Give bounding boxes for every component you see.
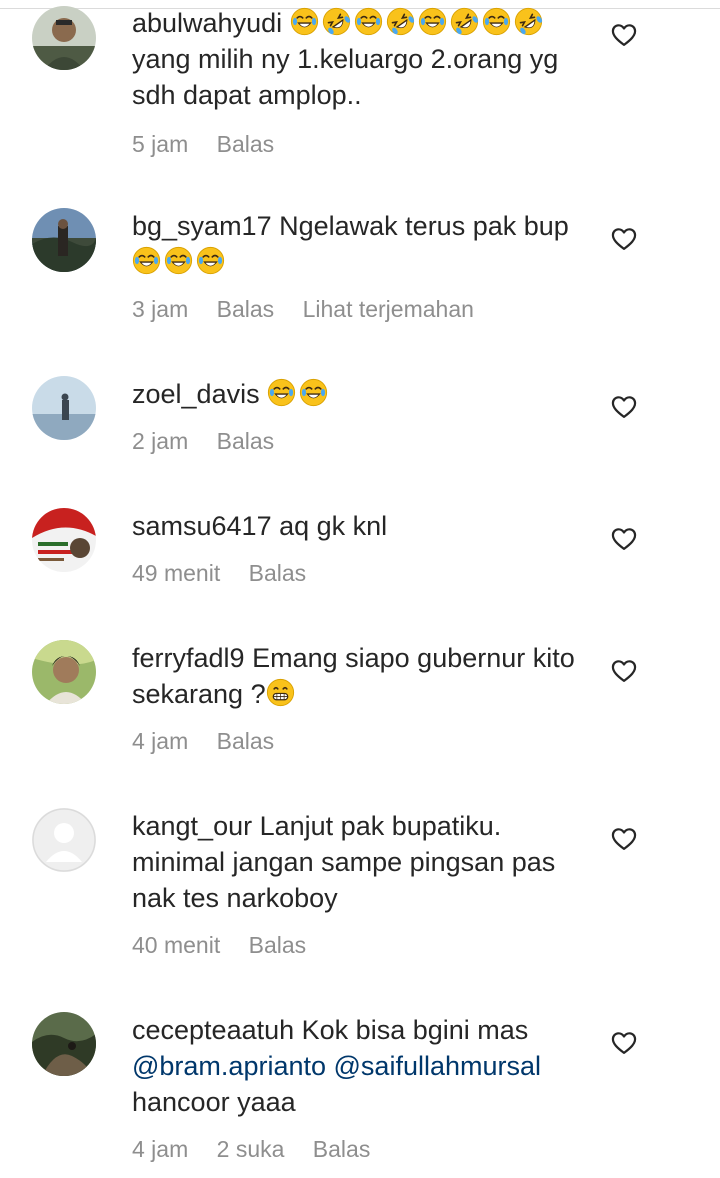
- comment-body: aq gk knl: [279, 511, 388, 541]
- avatar[interactable]: [32, 508, 96, 572]
- rofl-emoji-icon: [386, 7, 414, 36]
- laugh-tears-emoji-icon: [132, 246, 161, 275]
- comment-text: ferryfadl9 Emang siapo gubernur kito sek…: [132, 640, 582, 712]
- reply-button[interactable]: Balas: [217, 296, 275, 322]
- avatar[interactable]: [32, 6, 96, 70]
- rofl-emoji-icon: [322, 7, 350, 36]
- laugh-tears-emoji-icon: [268, 378, 296, 407]
- comment-time: 5 jam: [132, 131, 189, 157]
- comment-time: 2 jam: [132, 428, 189, 454]
- emoji-row: [290, 7, 514, 38]
- avatar[interactable]: [32, 808, 96, 872]
- laugh-tears-emoji-icon: [290, 7, 318, 36]
- comment-username[interactable]: ferryfadl9: [132, 643, 245, 673]
- avatar[interactable]: [32, 640, 96, 704]
- comment-username[interactable]: abulwahyudi: [132, 8, 282, 38]
- comment-time: 4 jam: [132, 1136, 189, 1162]
- comment-username[interactable]: bg_syam17: [132, 211, 272, 241]
- heart-outline-icon[interactable]: [610, 225, 638, 253]
- translate-link[interactable]: Lihat terjemahan: [303, 296, 474, 322]
- mention-link[interactable]: @bram.aprianto: [132, 1051, 326, 1081]
- avatar[interactable]: [32, 1012, 96, 1076]
- comment-body: yang milih ny 1.keluargo 2.orang yg sdh …: [132, 44, 559, 110]
- comment-text: samsu6417 aq gk knl: [132, 508, 582, 544]
- avatar[interactable]: [32, 376, 96, 440]
- comment-time: 40 menit: [132, 932, 221, 958]
- comment-text: kangt_our Lanjut pak bupatiku. minimal j…: [132, 808, 582, 916]
- comment-username[interactable]: cecepteaatuh: [132, 1015, 294, 1045]
- comment-text: zoel_davis: [132, 376, 582, 412]
- comment-text: cecepteaatuh Kok bisa bgini mas @bram.ap…: [132, 1012, 582, 1120]
- laugh-tears-emoji-icon: [354, 7, 382, 36]
- laugh-tears-emoji-icon: [418, 7, 446, 36]
- comment-body: Kok bisa bgini mas: [301, 1015, 529, 1045]
- like-count[interactable]: 2 suka: [217, 1136, 285, 1162]
- laugh-tears-emoji-icon: [482, 7, 510, 36]
- reply-button[interactable]: Balas: [217, 728, 275, 754]
- rofl-emoji-icon: [514, 7, 542, 36]
- laugh-tears-emoji-icon: [196, 246, 225, 275]
- laugh-tears-emoji-icon: [300, 378, 328, 407]
- mention-link[interactable]: @saifullahmursal: [334, 1051, 541, 1081]
- grin-emoji-icon: [266, 678, 294, 707]
- comment-body-continued: hancoor yaaa: [132, 1087, 296, 1117]
- reply-button[interactable]: Balas: [249, 560, 307, 586]
- comment-username[interactable]: samsu6417: [132, 511, 272, 541]
- laugh-tears-emoji-icon: [164, 246, 193, 275]
- comment-time: 4 jam: [132, 728, 189, 754]
- comment-username[interactable]: zoel_davis: [132, 379, 260, 409]
- comment-username[interactable]: kangt_our: [132, 811, 252, 841]
- rofl-emoji-icon: [450, 7, 478, 36]
- heart-outline-icon[interactable]: [610, 393, 638, 421]
- comment-time: 3 jam: [132, 296, 189, 322]
- comment-text: bg_syam17 Ngelawak terus pak bup: [132, 208, 582, 280]
- reply-button[interactable]: Balas: [217, 131, 275, 157]
- reply-button[interactable]: Balas: [249, 932, 307, 958]
- heart-outline-icon[interactable]: [610, 1029, 638, 1057]
- heart-outline-icon[interactable]: [610, 21, 638, 49]
- heart-outline-icon[interactable]: [610, 657, 638, 685]
- heart-outline-icon[interactable]: [610, 825, 638, 853]
- reply-button[interactable]: Balas: [313, 1136, 371, 1162]
- comment-text: abulwahyudi yang milih ny 1.keluargo 2.o…: [132, 5, 582, 113]
- reply-button[interactable]: Balas: [217, 428, 275, 454]
- heart-outline-icon[interactable]: [610, 525, 638, 553]
- comment-body: Ngelawak terus pak bup: [279, 211, 569, 241]
- avatar[interactable]: [32, 208, 96, 272]
- comment-time: 49 menit: [132, 560, 221, 586]
